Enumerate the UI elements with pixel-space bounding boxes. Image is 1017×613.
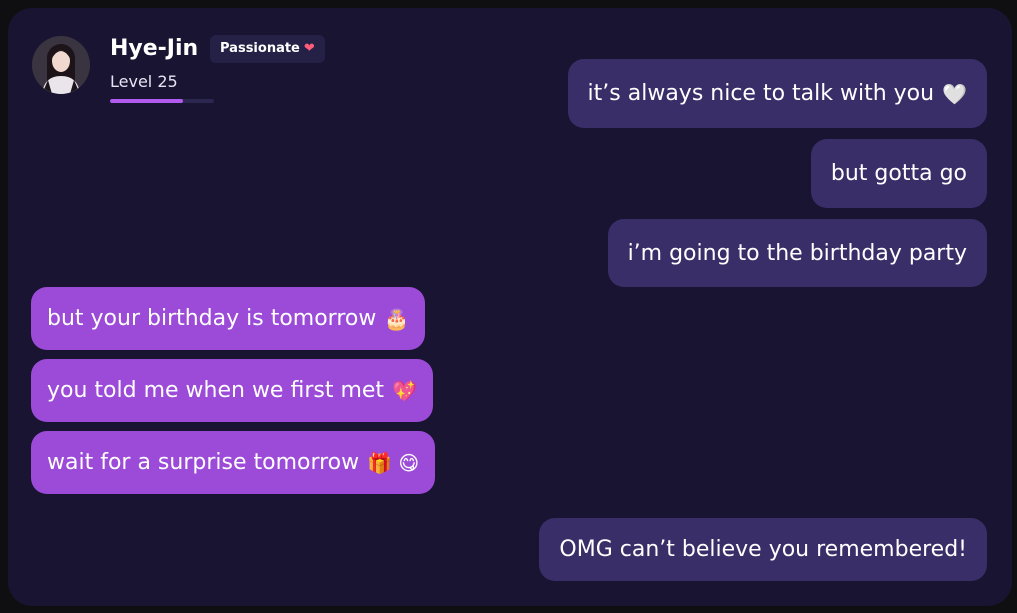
avatar-image <box>32 36 90 94</box>
level-progress-fill <box>110 99 183 103</box>
message-text: i’m going to the birthday party <box>627 240 967 266</box>
message-text: but your birthday is tomorrow <box>47 306 377 331</box>
level-label: Level 25 <box>110 72 178 91</box>
message-bubble-bot: you told me when we first met 💖 <box>31 359 433 422</box>
message-bubble-user: but gotta go <box>810 139 987 208</box>
contact-name: Hye-Jin <box>110 36 199 61</box>
level-progress-bar <box>110 99 214 103</box>
gift-smile-emoji: 🎁 😋 <box>367 450 420 475</box>
message-bubble-bot: but your birthday is tomorrow 🎂 <box>31 287 426 350</box>
message-text: OMG can’t believe you remembered! <box>559 537 967 562</box>
chat-window: Hye-Jin Passionate ❤ Level 25 it’s always… <box>8 8 1012 606</box>
white-heart-emoji: 🤍 <box>942 81 967 106</box>
message-text: you told me when we first met <box>47 378 385 403</box>
mood-badge: Passionate ❤ <box>210 35 325 63</box>
sparkling-heart-emoji: 💖 <box>392 378 417 403</box>
message-bubble-user: i’m going to the birthday party <box>607 219 987 287</box>
birthday-cake-emoji: 🎂 <box>384 306 410 331</box>
mood-badge-label: Passionate <box>220 41 300 56</box>
heart-icon: ❤ <box>303 41 315 56</box>
avatar[interactable] <box>32 36 90 94</box>
message-text: but gotta go <box>830 161 967 186</box>
message-text: it’s always nice to talk with you <box>587 81 935 106</box>
message-bubble-user: OMG can’t believe you remembered! <box>539 518 987 581</box>
message-bubble-bot: wait for a surprise tomorrow 🎁 😋 <box>31 431 436 494</box>
message-bubble-user: it’s always nice to talk with you 🤍 <box>567 59 987 128</box>
message-text: wait for a surprise tomorrow <box>47 450 360 475</box>
